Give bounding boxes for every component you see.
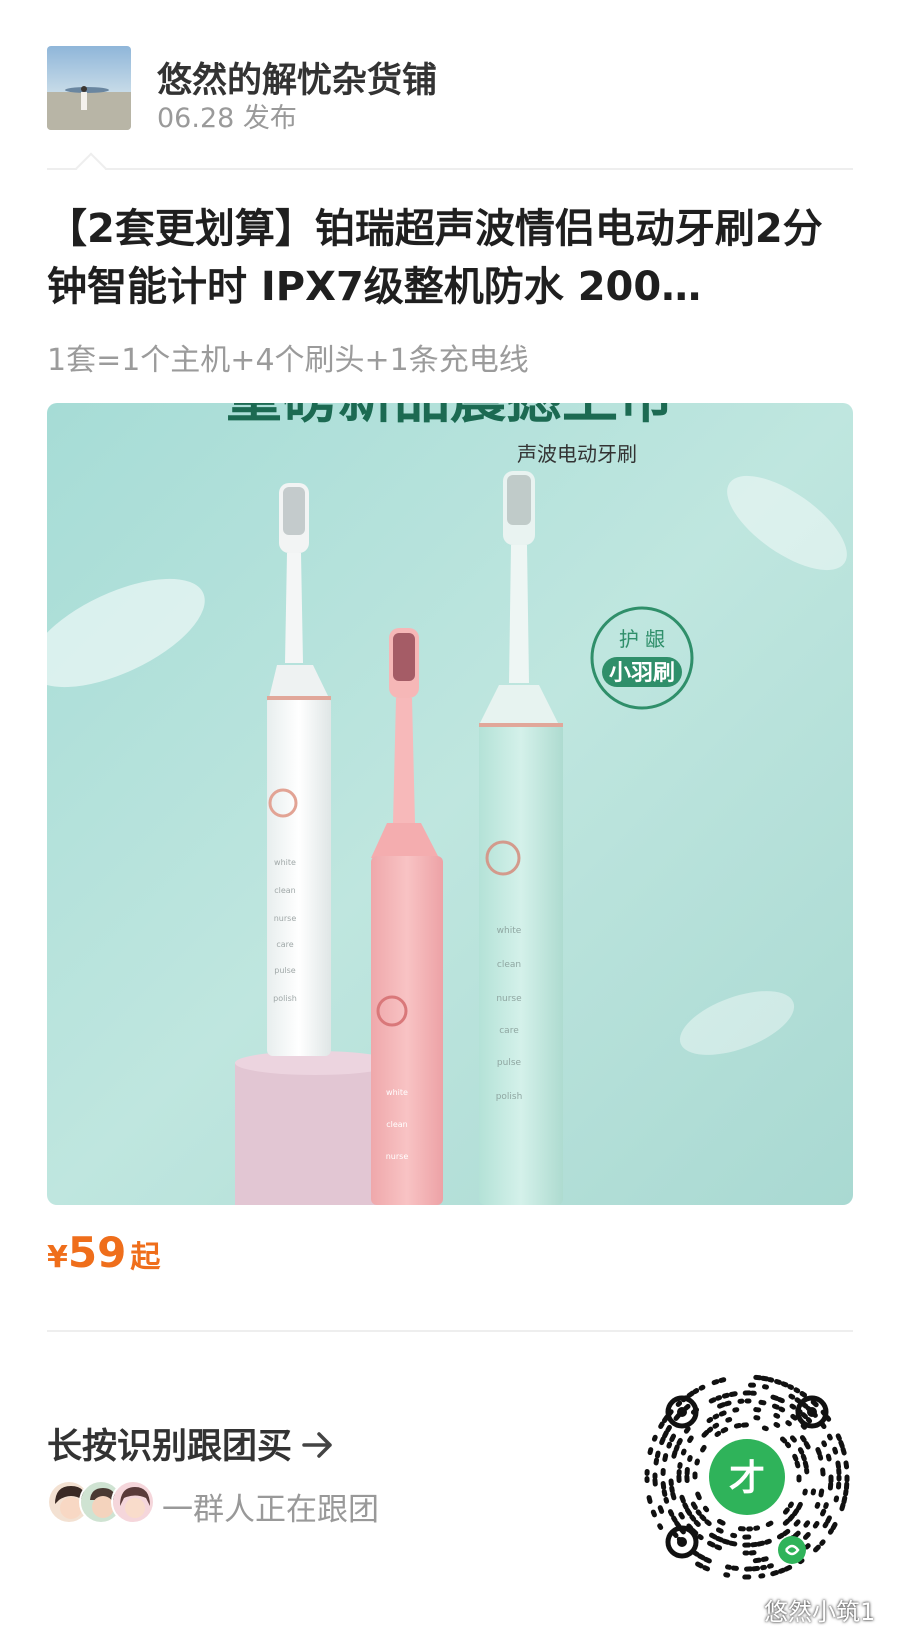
post-header: 悠然的解忧杂货铺 06.28 发布 (47, 46, 853, 134)
mode-label-nurse-pink: nurse (386, 1152, 409, 1161)
mode-label-pulse-w: pulse (274, 966, 296, 975)
mode-label-white: white (497, 926, 522, 936)
image-banner-text: 重磅新品震撼上市 (226, 403, 674, 431)
price-amount: 59 (67, 1228, 127, 1277)
price-divider (47, 1330, 853, 1332)
price-suffix: 起 (130, 1240, 161, 1275)
mode-label-clean-w: clean (274, 886, 296, 895)
watermark-text: 悠然小筑1 (764, 1598, 876, 1626)
product-title[interactable]: 【2套更划算】铂瑞超声波情侣电动牙刷2分钟智能计时 IPX7级整机防水 200… (47, 200, 853, 316)
badge-line-1: 护 龈 (619, 627, 665, 651)
mode-label-care-w: care (276, 940, 293, 949)
mode-label-polish: polish (496, 1092, 523, 1102)
watermark: 悠然小筑1 (732, 1592, 875, 1627)
badge-line-2: 小羽刷 (609, 661, 675, 686)
price: ¥59 起 (47, 1228, 160, 1277)
shop-avatar[interactable] (47, 46, 131, 130)
cta-label: 长按识别跟团买 (47, 1427, 293, 1467)
mode-label-clean: clean (497, 960, 521, 970)
mode-label-white-w: white (274, 858, 296, 867)
arrow-right-icon (302, 1428, 334, 1468)
mode-label-clean-pink: clean (386, 1120, 408, 1129)
svg-text:才: 才 (729, 1458, 765, 1499)
mode-label-white-pink: white (386, 1088, 408, 1097)
mode-label-polish-w: polish (273, 994, 297, 1003)
divider-notch (75, 152, 107, 184)
price-currency: ¥ (47, 1240, 68, 1275)
mode-label-care: care (499, 1026, 519, 1036)
mode-label-pulse: pulse (497, 1058, 522, 1068)
mode-label-nurse-w: nurse (274, 914, 297, 923)
product-image[interactable]: 重磅新品震撼上市 声波电动牙刷 white clean nurse (47, 403, 853, 1205)
publish-date: 06.28 发布 (157, 103, 297, 134)
product-subtitle: 1套=1个主机+4个刷头+1条充电线 (47, 343, 529, 378)
wechat-channel-icon (732, 1598, 758, 1626)
join-group-cta[interactable]: 长按识别跟团买 (47, 1418, 334, 1469)
header-divider (47, 168, 853, 170)
member-avatar (111, 1480, 155, 1524)
image-caption: 声波电动牙刷 (517, 442, 637, 466)
group-status-text: 一群人正在跟团 (162, 1492, 379, 1528)
member-avatars (47, 1480, 157, 1526)
qr-code[interactable]: 才 (642, 1372, 852, 1582)
mode-label-nurse: nurse (496, 994, 522, 1004)
